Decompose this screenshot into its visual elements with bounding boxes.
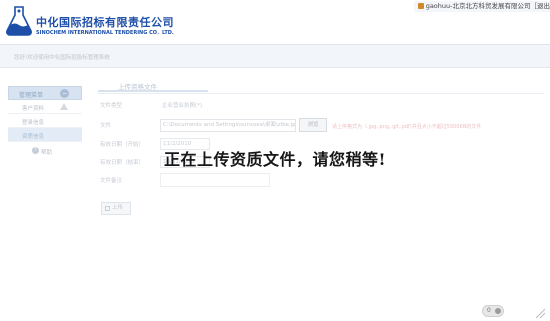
corner-toggle-label: 0 (487, 307, 491, 314)
loading-message: 正在上传资质文件，请您稍等! (163, 150, 387, 169)
sidebar-item-customer-info[interactable]: 客户资料 (8, 100, 82, 114)
file-hint: 请上传格式为（.jpg,.png,.gif,.pdf)并且大小不超过5000KB… (332, 124, 482, 130)
corner-toggle[interactable]: 0 (482, 305, 504, 317)
company-logo-icon (6, 6, 32, 36)
header: 中化国际招标有限责任公司 SINOCHEM INTERNATIONAL TEND… (0, 0, 550, 44)
user-info[interactable]: gaohuu-北京北方科贸发展有限公司［退出 (413, 1, 550, 12)
file-path-input[interactable]: C:\Documents and Settings\sunsoea\桌面\zlb… (160, 119, 296, 132)
file-type-value: 企业营业执照(*) (162, 103, 203, 109)
tab-upload-qualification[interactable]: 上传资格文件 (98, 79, 208, 92)
resize-grip-icon[interactable] (534, 307, 546, 319)
subnav-bar: 您好!欢迎使用中化国际招投标管理系统 (0, 44, 550, 68)
sidebar-header[interactable]: 管理菜单 − (8, 86, 82, 100)
warning-icon (60, 103, 68, 110)
remark-input[interactable] (160, 173, 270, 187)
upload-button-label: 上传 (112, 205, 124, 211)
toggle-knob-icon (495, 308, 501, 314)
lock-icon (417, 3, 424, 9)
upload-button[interactable]: 上传 (101, 202, 131, 215)
sidebar-item-qualification[interactable]: 资质信息 (8, 128, 82, 142)
welcome-text: 您好!欢迎使用中化国际招投标管理系统 (14, 55, 110, 61)
divider (98, 93, 544, 94)
browse-button[interactable]: 浏览 (299, 118, 327, 132)
collapse-icon[interactable]: − (60, 89, 69, 98)
remark-label: 文件备注 (100, 178, 123, 184)
sidebar-item-label: 客户资料 (22, 106, 45, 112)
tab-label: 上传资格文件 (118, 83, 157, 91)
user-info-text: gaohuu-北京北方科贸发展有限公司［退出 (425, 2, 550, 10)
file-label: 文件 (100, 123, 112, 129)
company-name-cn: 中化国际招标有限责任公司 (36, 16, 174, 29)
file-type-label: 文件类型 (100, 103, 123, 109)
upload-icon (105, 206, 110, 211)
sidebar-item-label: 资质信息 (22, 134, 45, 140)
company-name-en: SINOCHEM INTERNATIONAL TENDERING CO．LTD. (36, 30, 174, 36)
sidebar-header-label: 管理菜单 (19, 92, 44, 99)
sidebar-item-login-info[interactable]: 登录信息 (8, 114, 82, 128)
sidebar-item-label: 登录信息 (22, 120, 45, 126)
